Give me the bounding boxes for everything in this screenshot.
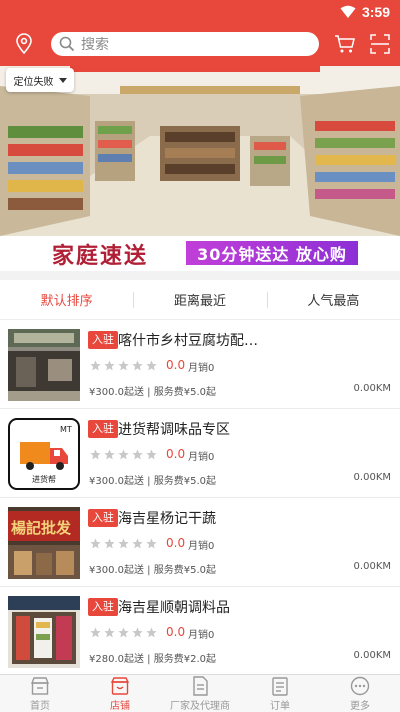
store-thumbnail: 楊記批发 — [8, 507, 80, 579]
store-distance: 0.00KM — [353, 472, 391, 483]
logo-caption: 进货帮 — [32, 474, 56, 484]
scan-icon[interactable] — [370, 34, 390, 54]
settled-badge: 入驻 — [88, 420, 118, 438]
header: 搜索 — [0, 24, 400, 66]
store-delivery-fee: ¥300.0起送 | 服务费¥5.0起 — [89, 476, 216, 487]
settled-badge: 入驻 — [88, 331, 118, 349]
star-icon — [146, 627, 157, 638]
cart-icon[interactable] — [334, 34, 356, 54]
star-icon — [118, 627, 129, 638]
tabbar-item-orders[interactable]: 订单 — [240, 675, 320, 712]
star-icon — [146, 360, 157, 371]
star-icon — [104, 360, 115, 371]
store-score: 0.0 — [166, 625, 186, 639]
store-distance: 0.00KM — [353, 561, 391, 572]
store-score: 0.0 — [166, 536, 186, 550]
shop-icon — [110, 676, 130, 695]
rating-stars — [90, 538, 157, 549]
tabbar-label: 首页 — [30, 700, 50, 712]
tabbar-item-more[interactable]: 更多 — [320, 675, 400, 712]
store-score: 0.0 — [166, 447, 186, 461]
star-icon — [132, 538, 143, 549]
banner-promo: 30分钟送达 放心购 — [186, 241, 358, 265]
search-input[interactable]: 搜索 — [51, 32, 319, 56]
app-screen: 3:59 搜索 定位失败 家庭速送 30分钟送达 放心购 默认排序 距离最近 人… — [0, 0, 400, 712]
store-monthly-sales: 月销0 — [188, 630, 215, 641]
status-bar: 3:59 — [0, 0, 400, 24]
order-list-icon — [272, 676, 288, 696]
star-icon — [104, 627, 115, 638]
store-thumbnail — [8, 329, 80, 401]
wifi-icon — [340, 5, 356, 18]
store-item[interactable]: 楊記批发 入驻 海吉星杨记干蔬 0.0 月销0 ¥300.0起送 | 服务费¥5… — [0, 498, 400, 587]
star-icon — [118, 538, 129, 549]
location-status-text: 定位失败 — [13, 76, 54, 88]
sort-tabs: 默认排序 距离最近 人气最高 — [0, 280, 400, 320]
tabbar-label: 订单 — [270, 700, 290, 712]
star-icon — [90, 627, 101, 638]
location-pin-icon[interactable] — [14, 33, 34, 55]
star-icon — [90, 538, 101, 549]
store-monthly-sales: 月销0 — [188, 363, 215, 374]
bottom-tabbar: 首页 店铺 厂家及代理商 订单 更多 — [0, 674, 400, 712]
tabbar-label: 更多 — [350, 700, 370, 712]
search-icon — [59, 36, 75, 52]
tabbar-item-suppliers[interactable]: 厂家及代理商 — [160, 675, 240, 712]
logo-tag: MT — [60, 425, 72, 434]
tabbar-label: 店铺 — [110, 700, 130, 712]
star-icon — [118, 449, 129, 460]
star-icon — [118, 360, 129, 371]
store-monthly-sales: 月销0 — [188, 452, 215, 463]
store-name: 海吉星顺朝调料品 — [118, 600, 230, 616]
tab-default-sort[interactable]: 默认排序 — [0, 280, 133, 319]
store-name: 喀什市乡村豆腐坊配… — [118, 333, 258, 349]
store-delivery-fee: ¥300.0起送 | 服务费¥5.0起 — [89, 387, 216, 398]
rating-stars — [90, 360, 157, 371]
star-icon — [146, 449, 157, 460]
rating-stars — [90, 449, 157, 460]
star-icon — [90, 449, 101, 460]
store-sign-text: 楊記批发 — [11, 519, 72, 537]
store-list: 入驻 喀什市乡村豆腐坊配… 0.0 月销0 ¥300.0起送 | 服务费¥5.0… — [0, 320, 400, 676]
store-item[interactable]: 入驻 喀什市乡村豆腐坊配… 0.0 月销0 ¥300.0起送 | 服务费¥5.0… — [0, 320, 400, 409]
store-delivery-fee: ¥300.0起送 | 服务费¥5.0起 — [89, 565, 216, 576]
search-placeholder: 搜索 — [81, 37, 109, 53]
star-icon — [104, 449, 115, 460]
promo-banner[interactable]: 家庭速送 30分钟送达 放心购 — [0, 66, 400, 271]
tab-most-popular[interactable]: 人气最高 — [266, 280, 400, 319]
store-name: 进货帮调味品专区 — [118, 422, 230, 438]
banner-slogan: 家庭速送 — [52, 243, 149, 269]
dropdown-arrow-icon — [58, 77, 67, 83]
store-thumbnail — [8, 596, 80, 668]
star-icon — [90, 360, 101, 371]
settled-badge: 入驻 — [88, 598, 118, 616]
store-item[interactable]: MT 进货帮 入驻 进货帮调味品专区 0.0 月销0 ¥300.0起送 | 服务… — [0, 409, 400, 498]
store-name: 海吉星杨记干蔬 — [118, 511, 216, 527]
store-delivery-fee: ¥280.0起送 | 服务费¥2.0起 — [89, 654, 216, 665]
shop-home-icon — [30, 676, 50, 695]
store-monthly-sales: 月销0 — [188, 541, 215, 552]
store-score: 0.0 — [166, 358, 186, 372]
location-status-dropdown[interactable]: 定位失败 — [6, 68, 74, 92]
tabbar-item-shops[interactable]: 店铺 — [80, 675, 160, 712]
star-icon — [146, 538, 157, 549]
banner-caption-strip: 家庭速送 30分钟送达 放心购 — [0, 236, 400, 271]
rating-stars — [90, 627, 157, 638]
store-item[interactable]: 入驻 海吉星顺朝调料品 0.0 月销0 ¥280.0起送 | 服务费¥2.0起 … — [0, 587, 400, 676]
star-icon — [132, 360, 143, 371]
store-distance: 0.00KM — [353, 383, 391, 394]
status-time: 3:59 — [361, 4, 390, 20]
tabbar-item-home[interactable]: 首页 — [0, 675, 80, 712]
tab-nearest[interactable]: 距离最近 — [133, 280, 266, 319]
store-logo: MT 进货帮 — [8, 418, 80, 490]
tabbar-label: 厂家及代理商 — [170, 700, 230, 712]
star-icon — [104, 538, 115, 549]
document-icon — [193, 675, 208, 696]
star-icon — [132, 627, 143, 638]
settled-badge: 入驻 — [88, 509, 118, 527]
star-icon — [132, 449, 143, 460]
store-distance: 0.00KM — [353, 650, 391, 661]
more-icon — [350, 676, 370, 695]
